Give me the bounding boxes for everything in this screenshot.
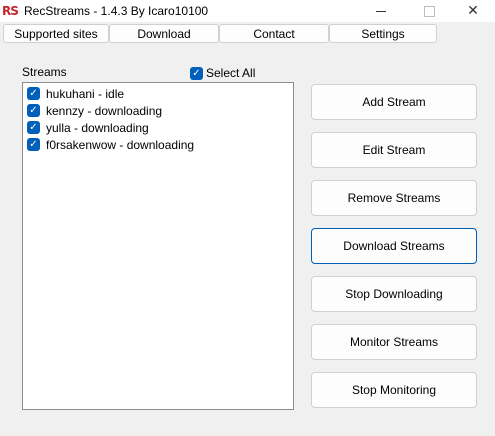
download-streams-button[interactable]: Download Streams bbox=[311, 228, 477, 264]
rs-logo-icon: RS bbox=[2, 4, 19, 18]
maximize-button[interactable] bbox=[406, 0, 452, 22]
streams-label: Streams bbox=[22, 65, 67, 79]
stream-label: hukuhani - idle bbox=[46, 86, 125, 101]
checkmark-icon[interactable]: ✓ bbox=[27, 138, 40, 151]
minimize-button[interactable] bbox=[358, 0, 404, 22]
list-item[interactable]: ✓ kennzy - downloading bbox=[27, 102, 162, 119]
monitor-streams-button[interactable]: Monitor Streams bbox=[311, 324, 477, 360]
streams-list[interactable]: ✓ hukuhani - idle ✓ kennzy - downloading… bbox=[22, 82, 294, 410]
edit-stream-button[interactable]: Edit Stream bbox=[311, 132, 477, 168]
close-button[interactable]: ✕ bbox=[450, 0, 495, 22]
minimize-icon bbox=[376, 10, 386, 12]
stop-monitoring-button[interactable]: Stop Monitoring bbox=[311, 372, 477, 408]
stream-label: f0rsakenwow - downloading bbox=[46, 137, 195, 152]
tab-supported-sites[interactable]: Supported sites bbox=[3, 24, 109, 43]
stream-label: kennzy - downloading bbox=[46, 103, 163, 118]
window-title: RecStreams - 1.4.3 By Icaro10100 bbox=[24, 4, 209, 18]
maximize-icon bbox=[423, 5, 435, 17]
checkmark-icon[interactable]: ✓ bbox=[27, 104, 40, 117]
checkmark-icon[interactable]: ✓ bbox=[27, 87, 40, 100]
checkmark-icon: ✓ bbox=[190, 66, 203, 80]
list-item[interactable]: ✓ hukuhani - idle bbox=[27, 85, 124, 102]
tab-settings[interactable]: Settings bbox=[329, 24, 437, 43]
list-item[interactable]: ✓ yulla - downloading bbox=[27, 119, 149, 136]
title-bar: RS RecStreams - 1.4.3 By Icaro10100 ✕ bbox=[0, 0, 495, 22]
remove-streams-button[interactable]: Remove Streams bbox=[311, 180, 477, 216]
stop-downloading-button[interactable]: Stop Downloading bbox=[311, 276, 477, 312]
add-stream-button[interactable]: Add Stream bbox=[311, 84, 477, 120]
select-all-label: Select All bbox=[206, 66, 256, 80]
tab-bar: Supported sites Download Contact Setting… bbox=[0, 24, 495, 43]
select-all-checkbox[interactable]: ✓ Select All bbox=[190, 66, 255, 80]
close-icon: ✕ bbox=[467, 3, 479, 19]
tab-contact[interactable]: Contact bbox=[219, 24, 329, 43]
checkmark-icon[interactable]: ✓ bbox=[27, 121, 40, 134]
stream-label: yulla - downloading bbox=[46, 120, 149, 135]
tab-download[interactable]: Download bbox=[109, 24, 219, 43]
list-item[interactable]: ✓ f0rsakenwow - downloading bbox=[27, 136, 194, 153]
